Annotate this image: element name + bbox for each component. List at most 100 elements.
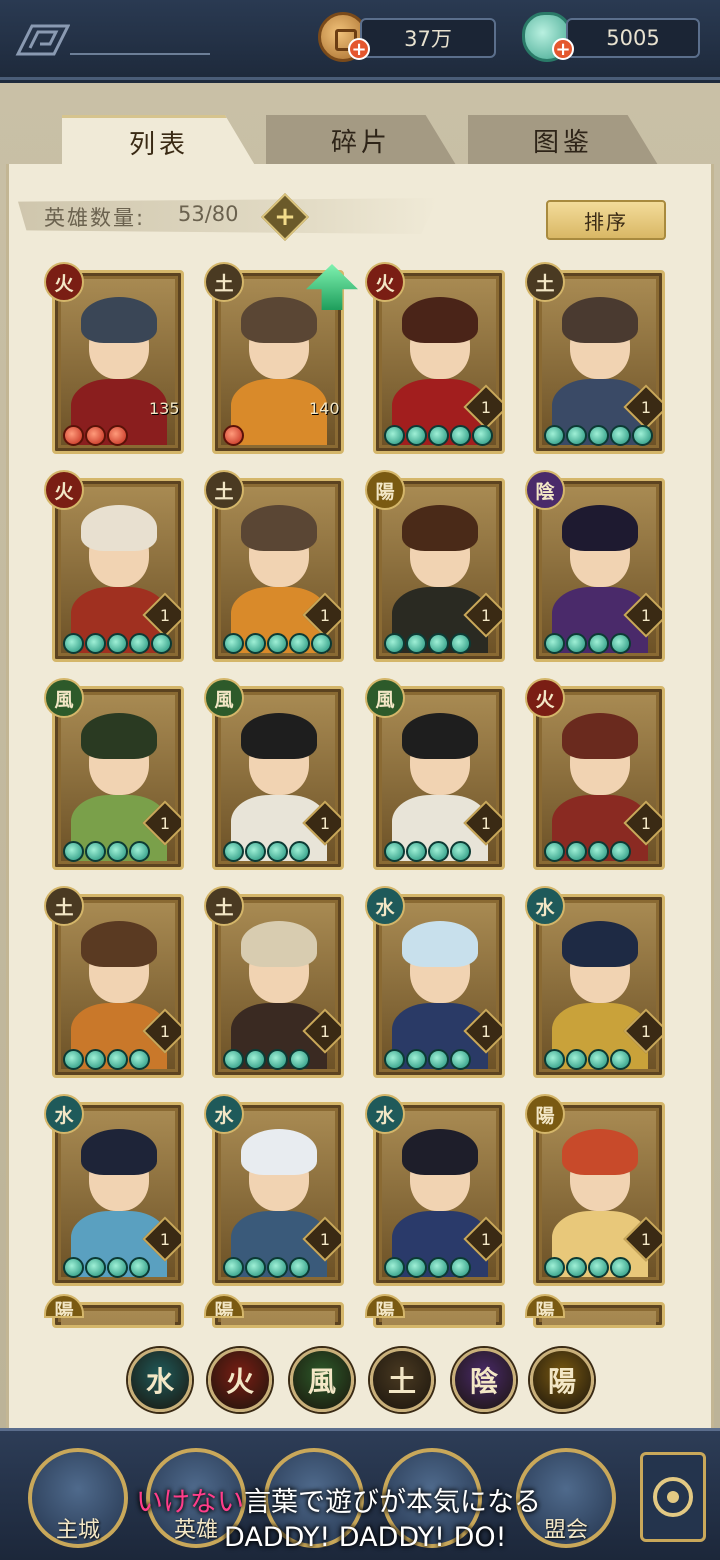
jade-counter[interactable]: 5005 bbox=[566, 18, 700, 58]
sort-button[interactable]: 排序 bbox=[546, 200, 666, 240]
hero-count-label: 英雄数量: bbox=[44, 206, 146, 230]
star-icon bbox=[384, 841, 405, 862]
star-icon bbox=[544, 633, 565, 654]
star-icon bbox=[107, 633, 128, 654]
hero-stars bbox=[544, 633, 631, 655]
star-icon bbox=[588, 1257, 609, 1278]
star-icon bbox=[450, 1049, 471, 1070]
hero-level: 1 bbox=[640, 605, 652, 625]
star-icon bbox=[384, 425, 405, 446]
fire-element-icon: 火 bbox=[365, 262, 405, 302]
star-icon bbox=[245, 841, 266, 862]
hero-stars bbox=[63, 1049, 150, 1071]
star-icon bbox=[472, 425, 493, 446]
flower-icon bbox=[653, 1477, 693, 1517]
star-icon bbox=[129, 841, 150, 862]
hero-stars bbox=[223, 425, 244, 447]
filter-earth-button[interactable]: 土 bbox=[370, 1348, 434, 1412]
hero-stars bbox=[63, 1257, 150, 1279]
star-icon bbox=[588, 633, 609, 654]
star-icon bbox=[544, 1257, 565, 1278]
star-icon bbox=[63, 1049, 84, 1070]
star-icon bbox=[85, 1049, 106, 1070]
star-icon bbox=[544, 841, 565, 862]
add-jade-button[interactable]: + bbox=[552, 38, 574, 60]
hero-stars bbox=[544, 1257, 631, 1279]
star-icon bbox=[107, 1257, 128, 1278]
star-icon bbox=[129, 633, 150, 654]
star-icon bbox=[450, 425, 471, 446]
filter-water-button[interactable]: 水 bbox=[128, 1348, 192, 1412]
jade-value: 5005 bbox=[606, 26, 660, 50]
star-icon bbox=[289, 1257, 310, 1278]
tab-list[interactable]: 列表 bbox=[62, 115, 256, 167]
wind-element-icon: 風 bbox=[204, 678, 244, 718]
star-icon bbox=[384, 1049, 405, 1070]
star-icon bbox=[566, 633, 587, 654]
water-element-icon: 水 bbox=[44, 1094, 84, 1134]
hero-stars bbox=[63, 425, 128, 447]
menu-icon[interactable] bbox=[14, 24, 70, 56]
hero-hair bbox=[402, 713, 478, 759]
filter-yin-button[interactable]: 陰 bbox=[452, 1348, 516, 1412]
star-icon bbox=[107, 1049, 128, 1070]
hero-level: 1 bbox=[640, 397, 652, 417]
hero-stars bbox=[223, 1257, 310, 1279]
star-icon bbox=[588, 425, 609, 446]
star-icon bbox=[588, 841, 609, 862]
fire-element-icon: 火 bbox=[525, 678, 565, 718]
star-icon bbox=[406, 841, 427, 862]
star-icon bbox=[289, 1049, 310, 1070]
star-icon bbox=[428, 1257, 449, 1278]
star-icon bbox=[245, 1049, 266, 1070]
filter-wind-button[interactable]: 風 bbox=[290, 1348, 354, 1412]
star-icon bbox=[610, 1049, 631, 1070]
star-icon bbox=[129, 1257, 150, 1278]
hero-hair bbox=[402, 921, 478, 967]
star-icon bbox=[85, 633, 106, 654]
hero-hair bbox=[241, 297, 317, 343]
hero-level: 1 bbox=[319, 605, 331, 625]
earth-element-icon: 土 bbox=[525, 262, 565, 302]
filter-yang-button[interactable]: 陽 bbox=[530, 1348, 594, 1412]
yin-element-icon: 陰 bbox=[525, 470, 565, 510]
earth-element-icon: 土 bbox=[204, 470, 244, 510]
star-icon bbox=[107, 425, 128, 446]
star-icon bbox=[384, 1257, 405, 1278]
nav-more-button[interactable] bbox=[640, 1452, 706, 1542]
hero-level: 1 bbox=[319, 1229, 331, 1249]
hero-level: 1 bbox=[480, 397, 492, 417]
hero-stars bbox=[223, 1049, 310, 1071]
nav-city-label: 主城 bbox=[55, 1518, 100, 1543]
star-icon bbox=[428, 633, 449, 654]
hero-hair bbox=[241, 713, 317, 759]
star-icon bbox=[223, 841, 244, 862]
water-element-icon: 水 bbox=[204, 1094, 244, 1134]
star-icon bbox=[107, 841, 128, 862]
hero-level: 1 bbox=[159, 1021, 171, 1041]
add-coin-button[interactable]: + bbox=[348, 38, 370, 60]
star-icon bbox=[63, 1257, 84, 1278]
star-icon bbox=[223, 1257, 244, 1278]
star-icon bbox=[267, 841, 288, 862]
star-icon bbox=[245, 1257, 266, 1278]
earth-element-icon: 土 bbox=[204, 886, 244, 926]
star-icon bbox=[566, 1049, 587, 1070]
star-icon bbox=[63, 633, 84, 654]
hero-hair bbox=[241, 505, 317, 551]
tab-fragments[interactable]: 碎片 bbox=[266, 115, 456, 165]
earth-element-icon: 土 bbox=[204, 262, 244, 302]
star-icon bbox=[450, 633, 471, 654]
tab-encyclopedia[interactable]: 图鉴 bbox=[468, 115, 658, 165]
hero-hair bbox=[81, 1129, 157, 1175]
coin-value: 37万 bbox=[404, 27, 452, 51]
water-element-icon: 水 bbox=[365, 1094, 405, 1134]
star-icon bbox=[566, 425, 587, 446]
star-icon bbox=[610, 1257, 631, 1278]
star-icon bbox=[632, 425, 653, 446]
water-element-icon: 水 bbox=[525, 886, 565, 926]
coin-counter[interactable]: 37万 bbox=[360, 18, 496, 58]
earth-element-icon: 土 bbox=[44, 886, 84, 926]
hero-hair bbox=[562, 713, 638, 759]
filter-fire-button[interactable]: 火 bbox=[208, 1348, 272, 1412]
